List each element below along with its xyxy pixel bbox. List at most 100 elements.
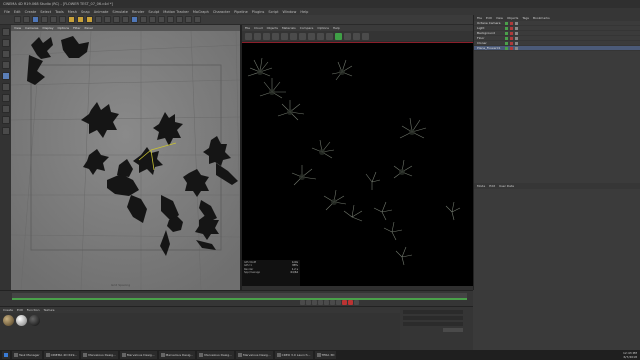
go-to-end-icon[interactable]	[336, 300, 341, 305]
menu-item-17[interactable]: Window	[283, 10, 297, 14]
om-menu-item-2[interactable]: View	[496, 16, 503, 20]
render-active-icon[interactable]	[335, 32, 342, 40]
taskbar-item[interactable]: Marvelous Desig...	[158, 351, 196, 359]
taskbar-item[interactable]: Task Manager	[12, 351, 42, 359]
object-tag-icon[interactable]	[510, 41, 513, 45]
object-tag-icon[interactable]	[510, 31, 513, 35]
viewer-menu-item-2[interactable]: Objects	[267, 26, 278, 30]
model-mode-icon[interactable]	[1, 39, 10, 47]
clay-mode-icon[interactable]	[344, 32, 351, 40]
next-key-icon[interactable]	[330, 300, 335, 305]
coord-z-field[interactable]	[403, 322, 463, 326]
tweak-icon[interactable]	[1, 116, 10, 124]
render-view-icon[interactable]	[104, 16, 111, 23]
coord-x-field[interactable]	[403, 310, 463, 314]
previous-key-icon[interactable]	[306, 300, 311, 305]
material-black-swatch[interactable]	[29, 315, 40, 326]
coord-y-field[interactable]	[403, 316, 463, 320]
taskbar-item[interactable]: CINEMA 4D R19...	[43, 351, 80, 359]
points-mode-icon[interactable]	[1, 72, 10, 80]
object-row[interactable]: Plane_Flower01	[474, 46, 640, 51]
object-tag-icon[interactable]	[505, 21, 508, 25]
object-tag-icon[interactable]	[505, 41, 508, 45]
pick-focus-icon[interactable]	[290, 32, 297, 40]
menu-item-9[interactable]: Render	[132, 10, 144, 14]
om-menu-item-3[interactable]: Objects	[507, 16, 518, 20]
system-clock[interactable]: 12:43 PM 6/7/2018	[623, 351, 637, 359]
object-tag-icon[interactable]	[515, 36, 518, 40]
menu-item-13[interactable]: Character	[213, 10, 230, 14]
viewer-menu-item-6[interactable]: Help	[333, 26, 340, 30]
menu-item-8[interactable]: Simulate	[112, 10, 127, 14]
channel-select-icon[interactable]	[326, 32, 333, 40]
subdivision-icon[interactable]	[149, 16, 156, 23]
object-tag-icon[interactable]	[510, 21, 513, 25]
menu-item-11[interactable]: Motion Tracker	[163, 10, 189, 14]
object-tag-icon[interactable]	[505, 46, 508, 50]
perspective-viewport[interactable]: View Cameras Display Options Filter Panel	[11, 25, 240, 290]
menu-item-1[interactable]: Edit	[14, 10, 21, 14]
preview-range-bar[interactable]	[12, 298, 467, 300]
object-tag-icon[interactable]	[515, 31, 518, 35]
object-tag-icon[interactable]	[515, 21, 518, 25]
next-frame-icon[interactable]	[324, 300, 329, 305]
restart-render-icon[interactable]	[254, 32, 261, 40]
redo-icon[interactable]	[23, 16, 30, 23]
attr-menu-item-2[interactable]: User Data	[499, 184, 514, 188]
object-tag-icon[interactable]	[505, 36, 508, 40]
object-tag-icon[interactable]	[510, 26, 513, 30]
cube-icon[interactable]	[131, 16, 138, 23]
x-axis-icon[interactable]	[68, 16, 75, 23]
om-menu-item-0[interactable]: File	[477, 16, 482, 20]
menu-item-10[interactable]: Sculpt	[148, 10, 159, 14]
start-button[interactable]	[2, 351, 10, 359]
array-icon[interactable]	[158, 16, 165, 23]
make-editable-icon[interactable]	[1, 28, 10, 36]
object-tag-icon[interactable]	[515, 26, 518, 30]
object-tag-icon[interactable]	[515, 41, 518, 45]
keyframe-selection-icon[interactable]	[354, 300, 359, 305]
menu-item-18[interactable]: Help	[300, 10, 308, 14]
object-tag-icon[interactable]	[510, 46, 513, 50]
y-axis-icon[interactable]	[77, 16, 84, 23]
scale-icon[interactable]	[50, 16, 57, 23]
material-menu-item-1[interactable]: Edit	[17, 308, 23, 312]
undo-icon[interactable]	[14, 16, 21, 23]
menu-item-16[interactable]: Script	[268, 10, 278, 14]
menu-item-3[interactable]: Select	[40, 10, 51, 14]
menu-item-7[interactable]: Animate	[94, 10, 109, 14]
material-white-swatch[interactable]	[16, 315, 27, 326]
material-menu-item-2[interactable]: Function	[27, 308, 40, 312]
material-flower-swatch[interactable]	[3, 315, 14, 326]
render-settings-icon[interactable]	[122, 16, 129, 23]
subsampling-icon[interactable]	[353, 32, 360, 40]
region-render-icon[interactable]	[308, 32, 315, 40]
previous-frame-icon[interactable]	[312, 300, 317, 305]
apply-button[interactable]	[443, 328, 463, 332]
pen-icon[interactable]	[140, 16, 147, 23]
deformer-icon[interactable]	[167, 16, 174, 23]
render-output[interactable]: GPU RAM 4.6G GPU 1 88% Render 1.2 s Spp/maxspp…	[242, 42, 473, 286]
menu-item-12[interactable]: MoGraph	[193, 10, 209, 14]
material-menu-item-0[interactable]: Create	[3, 308, 13, 312]
menu-item-0[interactable]: File	[4, 10, 10, 14]
pick-material-icon[interactable]	[299, 32, 306, 40]
camera-icon[interactable]	[185, 16, 192, 23]
om-menu-item-1[interactable]: Edit	[486, 16, 492, 20]
edges-mode-icon[interactable]	[1, 83, 10, 91]
floor-icon[interactable]	[176, 16, 183, 23]
viewer-menu-item-3[interactable]: Materials	[282, 26, 296, 30]
enable-axis-icon[interactable]	[1, 105, 10, 113]
pause-render-icon[interactable]	[263, 32, 270, 40]
polygons-mode-icon[interactable]	[1, 94, 10, 102]
material-menu-item-3[interactable]: Texture	[44, 308, 55, 312]
om-menu-item-5[interactable]: Bookmarks	[533, 16, 550, 20]
attr-menu-item-0[interactable]: Mode	[477, 184, 485, 188]
menu-item-2[interactable]: Create	[25, 10, 37, 14]
object-tag-icon[interactable]	[505, 26, 508, 30]
taskbar-item[interactable]: Marvelous Desig...	[119, 351, 157, 359]
save-image-icon[interactable]	[362, 32, 369, 40]
menu-item-5[interactable]: Mesh	[68, 10, 77, 14]
attr-menu-item-1[interactable]: Edit	[489, 184, 495, 188]
taskbar-item[interactable]: Marvelous Desig...	[197, 351, 234, 359]
